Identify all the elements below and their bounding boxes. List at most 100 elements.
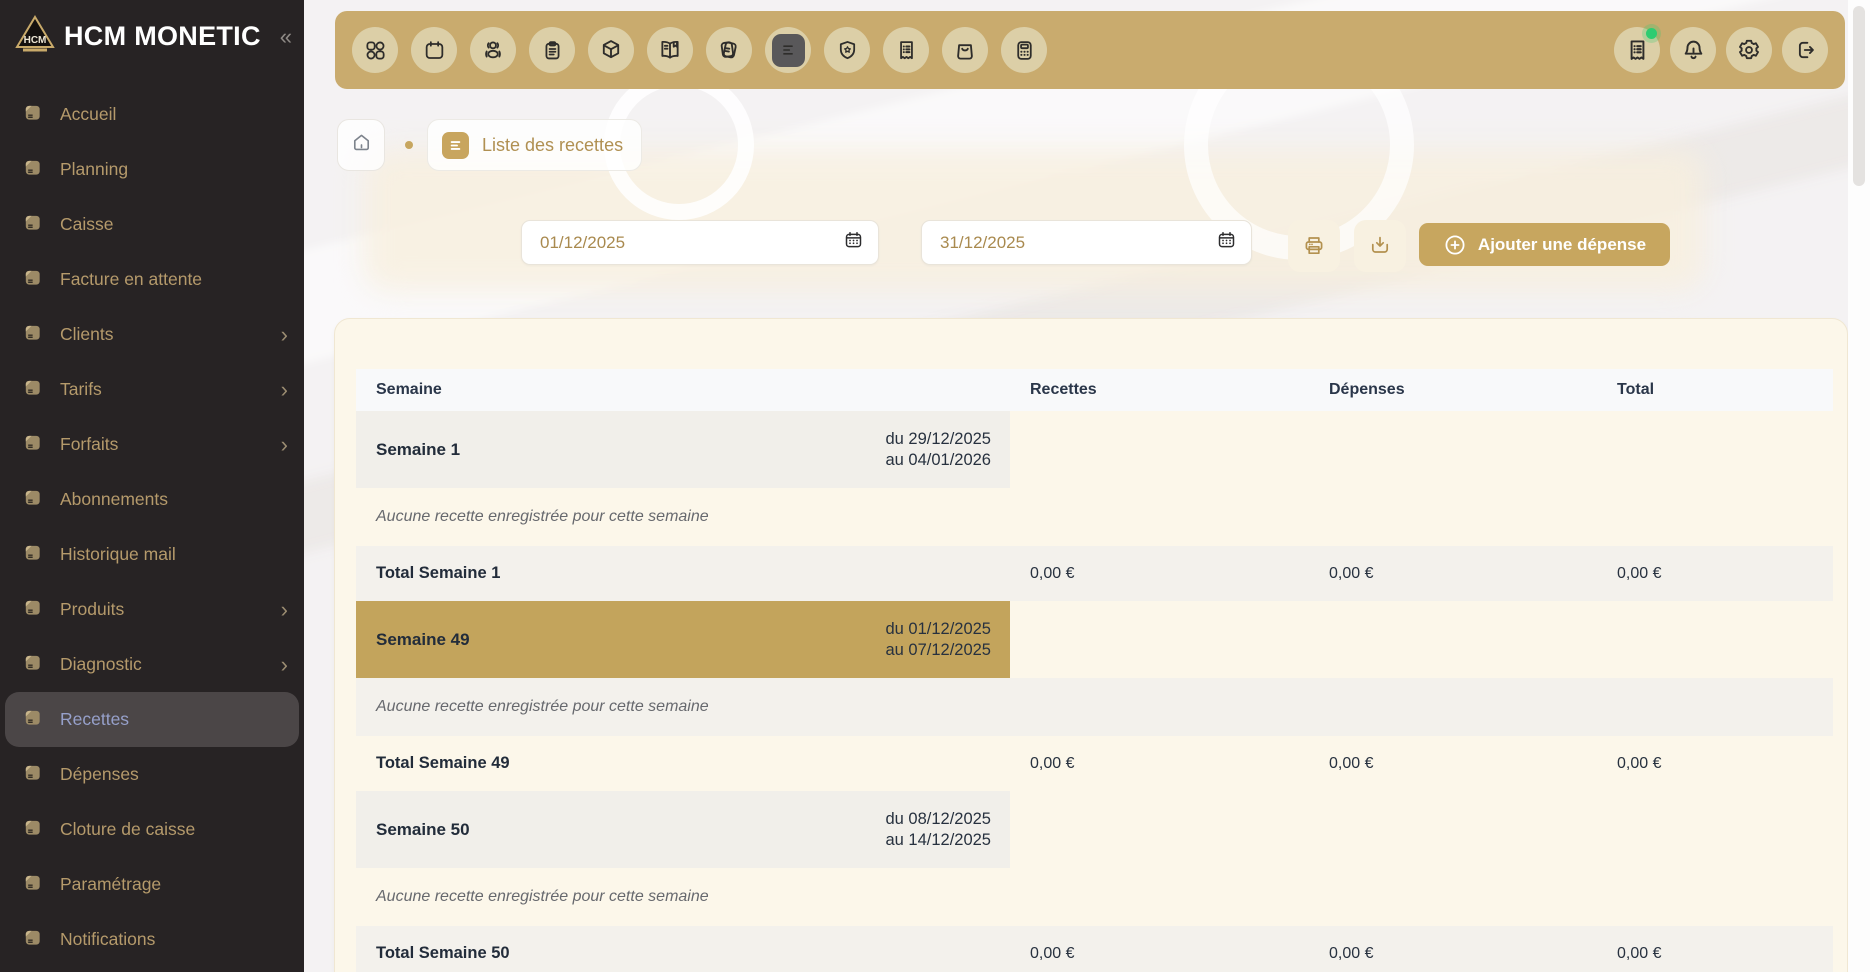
gear-icon [1737, 38, 1761, 62]
team-icon-button[interactable] [470, 27, 516, 73]
team-icon [481, 38, 505, 62]
weeks-table: Semaine Recettes Dépenses Total Semaine … [356, 369, 1833, 972]
logout-icon-button[interactable] [1782, 27, 1828, 73]
invoice-icon-button[interactable] [1614, 27, 1660, 73]
sidebar-item-facture-en-attente[interactable]: Facture en attente [0, 252, 304, 307]
documents-icon-button[interactable] [765, 27, 811, 73]
total-label: Total Semaine 50 [356, 944, 1010, 963]
chevron-right-icon: › [281, 434, 288, 456]
sidebar-item-label: Clients [60, 324, 114, 345]
table-row-week[interactable]: Semaine 1 du 29/12/2025 au 04/01/2026 [356, 411, 1833, 488]
col-header-total: Total [1597, 381, 1833, 399]
document-icon [442, 132, 469, 159]
date-to-input[interactable] [940, 233, 1216, 253]
total-depenses-value: 0,00 € [1309, 565, 1597, 583]
calendar-icon-button[interactable] [411, 27, 457, 73]
sidebar-item-accueil[interactable]: Accueil [0, 87, 304, 142]
shopping-bag-icon-button[interactable] [942, 27, 988, 73]
sidebar: HCM HCM MONETIC « Accueil Planning [0, 0, 304, 972]
sidebar-item-caisse[interactable]: Caisse [0, 197, 304, 252]
home-icon [350, 131, 373, 159]
week-cell: Semaine 49 du 01/12/2025 au 07/12/2025 [356, 601, 1010, 678]
sidebar-item-cloture-de-caisse[interactable]: Cloture de caisse [0, 802, 304, 857]
breadcrumb-page-chip[interactable]: Liste des recettes [427, 119, 642, 171]
calendar-icon[interactable] [843, 230, 864, 256]
sidebar-item-label: Caisse [60, 214, 114, 235]
breadcrumb-page-label: Liste des recettes [482, 135, 623, 156]
sidebar-item-param-trage[interactable]: Paramétrage [0, 857, 304, 912]
col-header-depenses: Dépenses [1309, 381, 1597, 399]
shield-star-icon-button[interactable] [824, 27, 870, 73]
table-row-total: Total Semaine 50 0,00 € 0,00 € 0,00 € [356, 926, 1833, 972]
apps-grid-icon-button[interactable] [352, 27, 398, 73]
week-label: Semaine 1 [376, 440, 460, 460]
week-cell: Semaine 50 du 08/12/2025 au 14/12/2025 [356, 791, 1010, 868]
total-total-value: 0,00 € [1597, 565, 1833, 583]
cube-icon-button[interactable] [588, 27, 634, 73]
app-logo: HCM [14, 14, 56, 59]
sidebar-item-forfaits[interactable]: Forfaits › [0, 417, 304, 472]
receipt-icon [895, 39, 918, 62]
sidebar-item-abonnements[interactable]: Abonnements [0, 472, 304, 527]
sidebar-item-label: Planning [60, 159, 128, 180]
breadcrumb-home-button[interactable] [337, 119, 385, 171]
download-button[interactable] [1354, 220, 1406, 272]
gear-icon-button[interactable] [1726, 27, 1772, 73]
chevron-right-icon: › [281, 379, 288, 401]
sidebar-item-tarifs[interactable]: Tarifs › [0, 362, 304, 417]
apps-grid-icon [364, 39, 387, 62]
week-cell: Semaine 1 du 29/12/2025 au 04/01/2026 [356, 411, 1010, 488]
calendar-icon[interactable] [1216, 230, 1237, 256]
date-to-field[interactable] [921, 220, 1252, 265]
sidebar-item-label: Dépenses [60, 764, 139, 785]
sidebar-item-d-penses[interactable]: Dépenses [0, 747, 304, 802]
table-row-week[interactable]: Semaine 50 du 08/12/2025 au 14/12/2025 [356, 791, 1833, 868]
page-scrollbar[interactable] [1848, 0, 1870, 972]
recettes-card: Semaine Recettes Dépenses Total Semaine … [334, 318, 1848, 972]
sidebar-item-produits[interactable]: Produits › [0, 582, 304, 637]
calculator-icon-button[interactable] [1001, 27, 1047, 73]
total-recettes-value: 0,00 € [1010, 945, 1309, 963]
file-icon [22, 487, 43, 513]
date-from-field[interactable] [521, 220, 879, 265]
sidebar-item-label: Cloture de caisse [60, 819, 195, 840]
sidebar-item-planning[interactable]: Planning [0, 142, 304, 197]
date-from-input[interactable] [540, 233, 843, 253]
add-expense-button[interactable]: Ajouter une dépense [1419, 223, 1670, 266]
file-icon [22, 322, 43, 348]
file-icon [22, 542, 43, 568]
bell-icon-button[interactable] [1670, 27, 1716, 73]
notification-dot [1646, 28, 1657, 39]
calendar-icon [423, 39, 446, 62]
sidebar-item-label: Paramétrage [60, 874, 161, 895]
receipt-icon-button[interactable] [883, 27, 929, 73]
file-icon [22, 817, 43, 843]
file-icon [22, 377, 43, 403]
topbar-left-icons [352, 27, 1060, 73]
table-row-week[interactable]: Semaine 49 du 01/12/2025 au 07/12/2025 [356, 601, 1833, 678]
scrollbar-thumb[interactable] [1853, 6, 1865, 186]
print-button[interactable] [1288, 220, 1340, 272]
table-row-empty-note: Aucune recette enregistrée pour cette se… [356, 868, 1833, 926]
logout-icon [1793, 38, 1817, 62]
open-book-icon-button[interactable] [647, 27, 693, 73]
cube-icon [599, 38, 623, 62]
chevron-right-icon: › [281, 599, 288, 621]
sidebar-collapse-icon[interactable]: « [280, 26, 292, 48]
add-expense-label: Ajouter une dépense [1478, 235, 1646, 255]
cards-icon-button[interactable] [706, 27, 752, 73]
sidebar-item-diagnostic[interactable]: Diagnostic › [0, 637, 304, 692]
open-book-icon [658, 38, 682, 62]
sidebar-item-notifications[interactable]: Notifications [0, 912, 304, 967]
invoice-icon [1625, 38, 1650, 63]
topbar [335, 11, 1845, 89]
clipboard-icon-button[interactable] [529, 27, 575, 73]
svg-text:HCM: HCM [24, 35, 47, 46]
file-icon [22, 212, 43, 238]
sidebar-item-label: Accueil [60, 104, 116, 125]
sidebar-item-recettes[interactable]: Recettes [5, 692, 299, 747]
sidebar-item-clients[interactable]: Clients › [0, 307, 304, 362]
printer-icon [1302, 234, 1326, 258]
file-icon [22, 157, 43, 183]
sidebar-item-historique-mail[interactable]: Historique mail [0, 527, 304, 582]
